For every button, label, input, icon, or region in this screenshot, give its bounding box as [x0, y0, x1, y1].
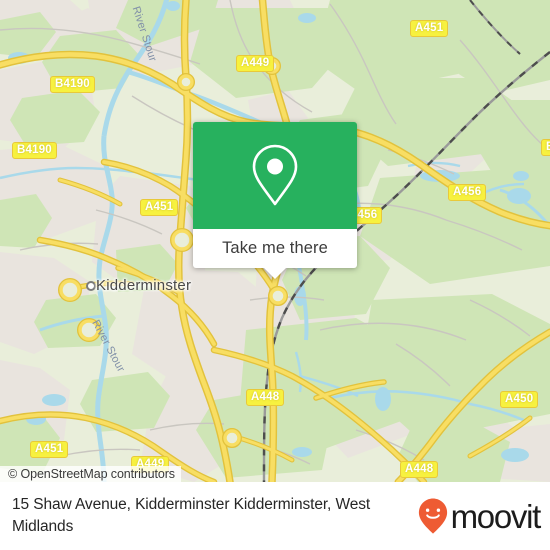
location-pin-icon	[252, 144, 298, 205]
moovit-wordmark: moovit	[450, 497, 542, 535]
road-shield-b4190-lower: B4190	[12, 142, 57, 159]
osm-attribution[interactable]: © OpenStreetMap contributors	[0, 466, 181, 482]
road-shield-a448-mid: A448	[246, 389, 285, 406]
road-shield-a451-south: A451	[30, 441, 69, 458]
road-shield-a449-north: A449	[236, 55, 275, 72]
place-marker-dot	[86, 281, 96, 291]
moovit-map-page: Kidderminster River Stour River Stour A4…	[0, 0, 550, 550]
footer-bar: 15 Shaw Avenue, Kidderminster Kiddermins…	[0, 482, 550, 550]
road-shield-a451-north: A451	[410, 20, 449, 37]
road-shield-b-edge: B	[541, 139, 550, 156]
popup-action-bar[interactable]: Take me there	[193, 229, 357, 279]
road-shield-a450: A450	[500, 391, 539, 408]
take-me-there-label: Take me there	[222, 239, 328, 257]
place-label-kidderminster: Kidderminster	[96, 277, 192, 294]
road-shield-a448-south: A448	[400, 461, 439, 478]
road-shield-a456-east: A456	[448, 184, 487, 201]
moovit-smiley-pin-icon	[418, 498, 447, 534]
moovit-logo[interactable]: moovit	[418, 497, 542, 535]
popup-pin-area	[193, 122, 357, 229]
address-text: 15 Shaw Avenue, Kidderminster Kiddermins…	[12, 496, 371, 535]
popup-tail	[264, 268, 286, 279]
road-shield-a451-mid: A451	[140, 199, 179, 216]
location-popup-card[interactable]: Take me there	[193, 122, 357, 279]
road-shield-b4190-upper: B4190	[50, 76, 95, 93]
